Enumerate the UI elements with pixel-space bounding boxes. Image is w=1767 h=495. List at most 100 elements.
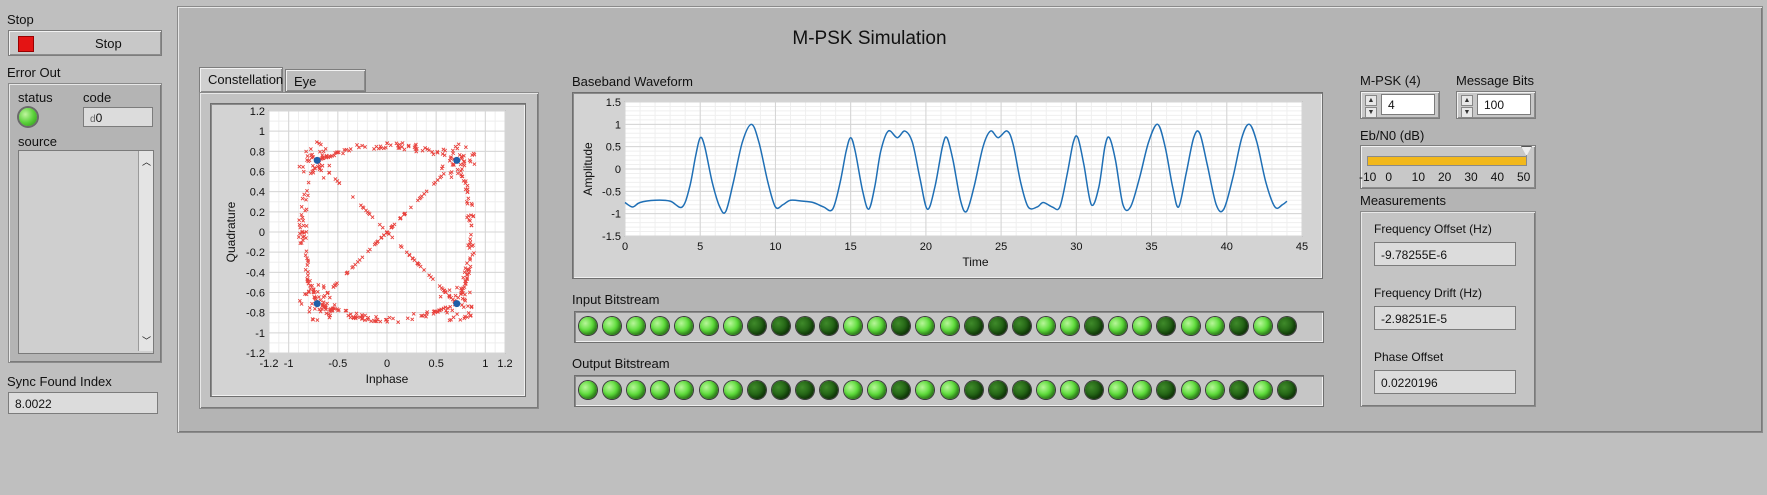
source-scrollbar[interactable]: ︿ ﹀: [138, 151, 153, 351]
x-tick-label: 5: [697, 241, 703, 253]
bit-led: [1133, 317, 1152, 335]
bit-led: [844, 317, 863, 335]
freq-drift-indicator: -2.98251E-5: [1374, 306, 1516, 330]
bit-led: [1253, 317, 1272, 335]
x-tick-label: -1: [284, 358, 294, 370]
stop-button[interactable]: Stop: [8, 30, 162, 56]
bit-led: [916, 317, 935, 335]
bit-led: [1229, 317, 1248, 335]
tab-eye-diagram[interactable]: Eye Diagram: [285, 69, 366, 113]
bit-led: [1085, 317, 1104, 335]
mpsk-spinner[interactable]: ▲ ▼: [1365, 95, 1377, 118]
bit-led: [988, 317, 1007, 335]
mpsk-control: ▲ ▼ 4: [1360, 91, 1440, 119]
bit-led: [1181, 317, 1200, 335]
bit-led: [771, 317, 790, 335]
source-textbox[interactable]: ︿ ﹀: [18, 150, 154, 354]
code-value: 0: [95, 111, 103, 125]
symbol-point: [453, 300, 461, 308]
bit-led: [916, 381, 935, 399]
bit-led: [940, 317, 959, 335]
ebn0-slider[interactable]: -10 0 10 20 30 40 50: [1359, 145, 1536, 189]
increment-icon[interactable]: ▲: [1461, 95, 1473, 106]
bit-led: [1205, 381, 1224, 399]
mpsk-input[interactable]: 4: [1381, 94, 1435, 115]
ebn0-track[interactable]: [1367, 156, 1527, 166]
measurements-label: Measurements: [1360, 193, 1446, 208]
bit-led: [603, 381, 622, 399]
y-tick-label: -1.5: [602, 231, 621, 243]
bit-led: [940, 381, 959, 399]
bit-led: [1157, 381, 1176, 399]
y-tick-label: 1.2: [250, 106, 265, 118]
x-tick-label: 0.5: [429, 358, 444, 370]
bit-led: [868, 317, 887, 335]
decrement-icon[interactable]: ▼: [1365, 107, 1377, 118]
input-bitstream-array: [574, 311, 1324, 343]
error-out-label: Error Out: [7, 65, 61, 80]
y-tick-label: 1.5: [606, 97, 621, 109]
x-tick-label: 15: [845, 241, 857, 253]
bit-led: [723, 317, 742, 335]
ebn0-tick-label: 40: [1490, 170, 1505, 184]
ebn0-tick-label: 30: [1464, 170, 1478, 184]
bit-led: [1109, 381, 1128, 399]
ebn0-tick-label: 10: [1411, 170, 1426, 184]
y-tick-label: -0.5: [602, 186, 621, 198]
y-tick-label: 0: [259, 227, 265, 239]
scroll-down-icon[interactable]: ﹀: [142, 334, 151, 347]
x-tick-label: 20: [920, 241, 932, 253]
bit-led: [603, 317, 622, 335]
bit-led: [1277, 317, 1296, 335]
stop-label: Stop: [7, 12, 34, 27]
bit-led: [723, 381, 742, 399]
sync-found-label: Sync Found Index: [7, 374, 112, 389]
bit-led: [892, 317, 911, 335]
bit-led: [579, 317, 597, 335]
bit-led: [1157, 317, 1176, 335]
status-led: [19, 108, 37, 126]
bit-led: [1085, 381, 1104, 399]
mpsk-label: M-PSK (4): [1360, 73, 1421, 88]
message-bits-spinner[interactable]: ▲ ▼: [1461, 95, 1473, 118]
phase-offset-label: Phase Offset: [1374, 350, 1444, 364]
bit-led: [747, 381, 766, 399]
bit-led: [844, 381, 863, 399]
ebn0-thumb[interactable]: [1521, 146, 1532, 156]
bit-led: [1061, 381, 1079, 399]
x-tick-label: 1.2: [497, 358, 512, 370]
waveform-graph[interactable]: 0 5 10 15 20 25 30 35 40 45 1.5 1 0.5 0 -0.5 -1 -1.5 Time…: [574, 94, 1319, 275]
code-label: code: [83, 90, 112, 105]
bit-led: [1253, 381, 1272, 399]
y-axis-label: Quadrature: [224, 201, 238, 262]
scroll-up-icon[interactable]: ︿: [142, 155, 151, 168]
increment-icon[interactable]: ▲: [1365, 95, 1377, 106]
y-tick-label: -0.6: [246, 288, 265, 300]
decrement-icon[interactable]: ▼: [1461, 107, 1473, 118]
ebn0-tick-label: 50: [1517, 170, 1531, 184]
bit-led: [699, 317, 718, 335]
status-label: status: [18, 90, 53, 105]
x-tick-label: 35: [1145, 241, 1157, 253]
y-tick-label: -0.4: [246, 267, 265, 279]
measurements-cluster: Frequency Offset (Hz) -9.78255E-6 Freque…: [1360, 211, 1536, 407]
x-axis-label: Time: [962, 255, 989, 269]
bit-led: [1036, 317, 1055, 335]
y-tick-label: -0.2: [246, 247, 265, 259]
y-tick-label: -0.8: [246, 308, 265, 320]
input-bitstream-label: Input Bitstream: [572, 292, 660, 307]
ebn0-tick-label: -10: [1359, 170, 1377, 184]
message-bits-input[interactable]: 100: [1477, 94, 1531, 115]
y-tick-label: 1: [259, 126, 265, 138]
labview-front-panel: { "stop": { "label": "Stop", "button_lab…: [0, 0, 1767, 495]
bit-led: [699, 381, 718, 399]
tab-constellation[interactable]: Constellation: [199, 67, 283, 92]
bit-led: [1277, 381, 1296, 399]
stop-button-label: Stop: [95, 36, 122, 51]
freq-offset-label: Frequency Offset (Hz): [1374, 222, 1492, 236]
y-tick-label: -1.2: [246, 348, 265, 360]
bit-led: [820, 381, 838, 399]
y-tick-label: 0.6: [250, 167, 265, 179]
bit-led: [1109, 317, 1128, 335]
constellation-graph[interactable]: -1.2 -1 -0.5 0 0.5 1 1.2 1.2 1 0.8 0.6 0.4 0.2 0 -0.2 -…: [211, 103, 523, 393]
